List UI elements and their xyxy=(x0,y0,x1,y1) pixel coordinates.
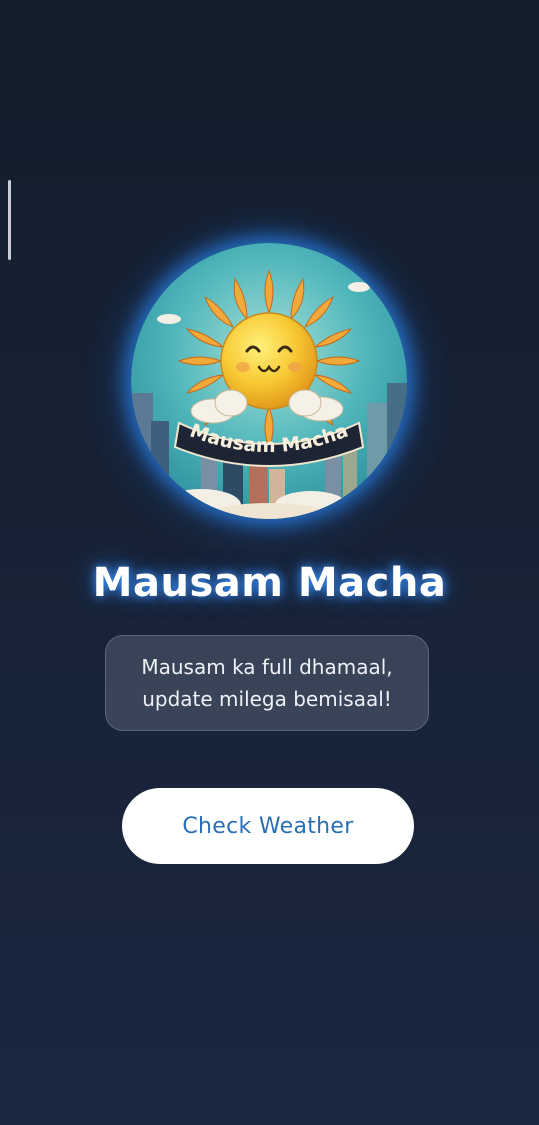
app-title: Mausam Macha xyxy=(92,560,447,606)
scroll-indicator[interactable] xyxy=(8,180,11,260)
check-weather-button[interactable]: Check Weather xyxy=(122,788,414,864)
tagline-line-1: Mausam ka full dhamaal, xyxy=(141,655,393,679)
tagline-box: Mausam ka full dhamaal, update milega be… xyxy=(105,635,429,731)
app-logo: Mausam Macha xyxy=(131,243,407,519)
tagline-line-2: update milega bemisaal! xyxy=(142,687,392,711)
smiling-sun-logo-icon: Mausam Macha xyxy=(131,243,407,519)
